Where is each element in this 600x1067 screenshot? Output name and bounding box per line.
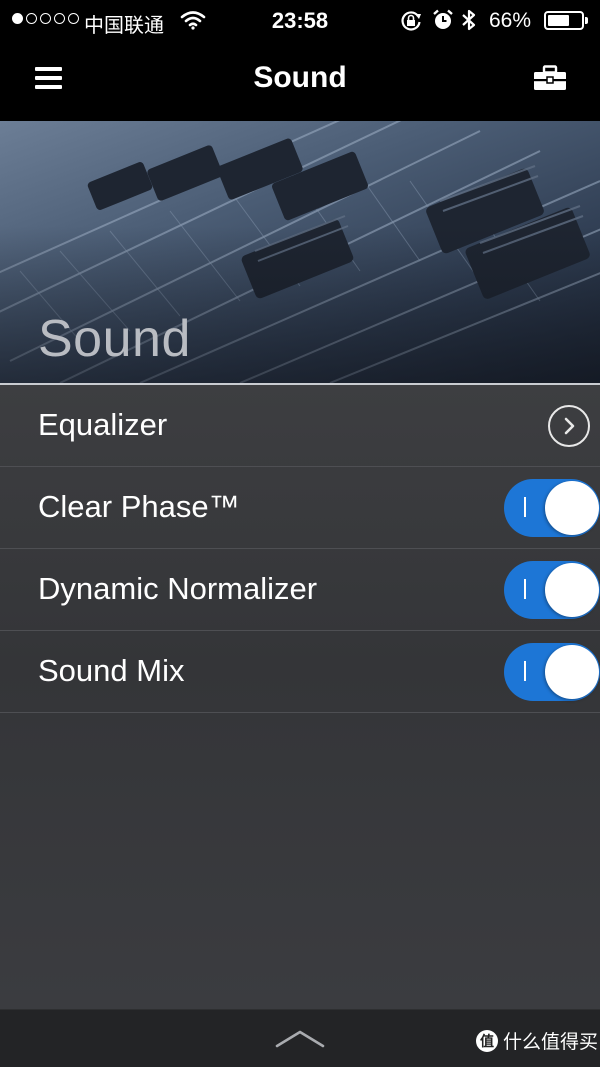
battery-icon [544,11,584,30]
watermark-text: 什么值得买 [503,1032,599,1053]
sound-mix-toggle[interactable] [504,643,600,701]
watermark-badge: 值 [476,1029,498,1052]
toggle-on-mark [524,497,526,517]
toggle-on-mark [524,661,526,681]
navigation-bar: Sound [0,40,600,121]
chevron-up-icon[interactable] [274,1028,326,1055]
dynamic-normalizer-row: Dynamic Normalizer [0,549,600,631]
sound-mix-row: Sound Mix [0,631,600,713]
settings-list: Equalizer Clear Phase™ Dynamic Normalize… [0,385,600,1009]
toggle-knob [545,481,599,535]
toolbox-icon[interactable] [533,65,567,96]
hero-banner: Sound [0,121,600,383]
status-bar: 中国联通 23:58 66% [0,0,600,40]
orientation-lock-icon [400,10,422,37]
toggle-knob [545,563,599,617]
dynamic-normalizer-toggle[interactable] [504,561,600,619]
hero-title: Sound [38,310,191,368]
battery-percent: 66% [489,9,532,32]
clear-phase-row: Clear Phase™ [0,467,600,549]
bluetooth-icon [460,8,478,37]
row-label: Equalizer [38,407,168,442]
row-label: Clear Phase™ [38,489,240,524]
equalizer-row[interactable]: Equalizer [0,385,600,467]
page-title: Sound [253,61,347,94]
row-label: Dynamic Normalizer [38,571,318,606]
toggle-on-mark [524,579,526,599]
alarm-icon [432,9,454,36]
clear-phase-toggle[interactable] [504,479,600,537]
battery-tip [585,17,588,24]
watermark: 值 什么值得买 [476,1027,598,1054]
chevron-right-icon[interactable] [548,405,590,447]
toggle-knob [545,645,599,699]
row-label: Sound Mix [38,653,185,688]
